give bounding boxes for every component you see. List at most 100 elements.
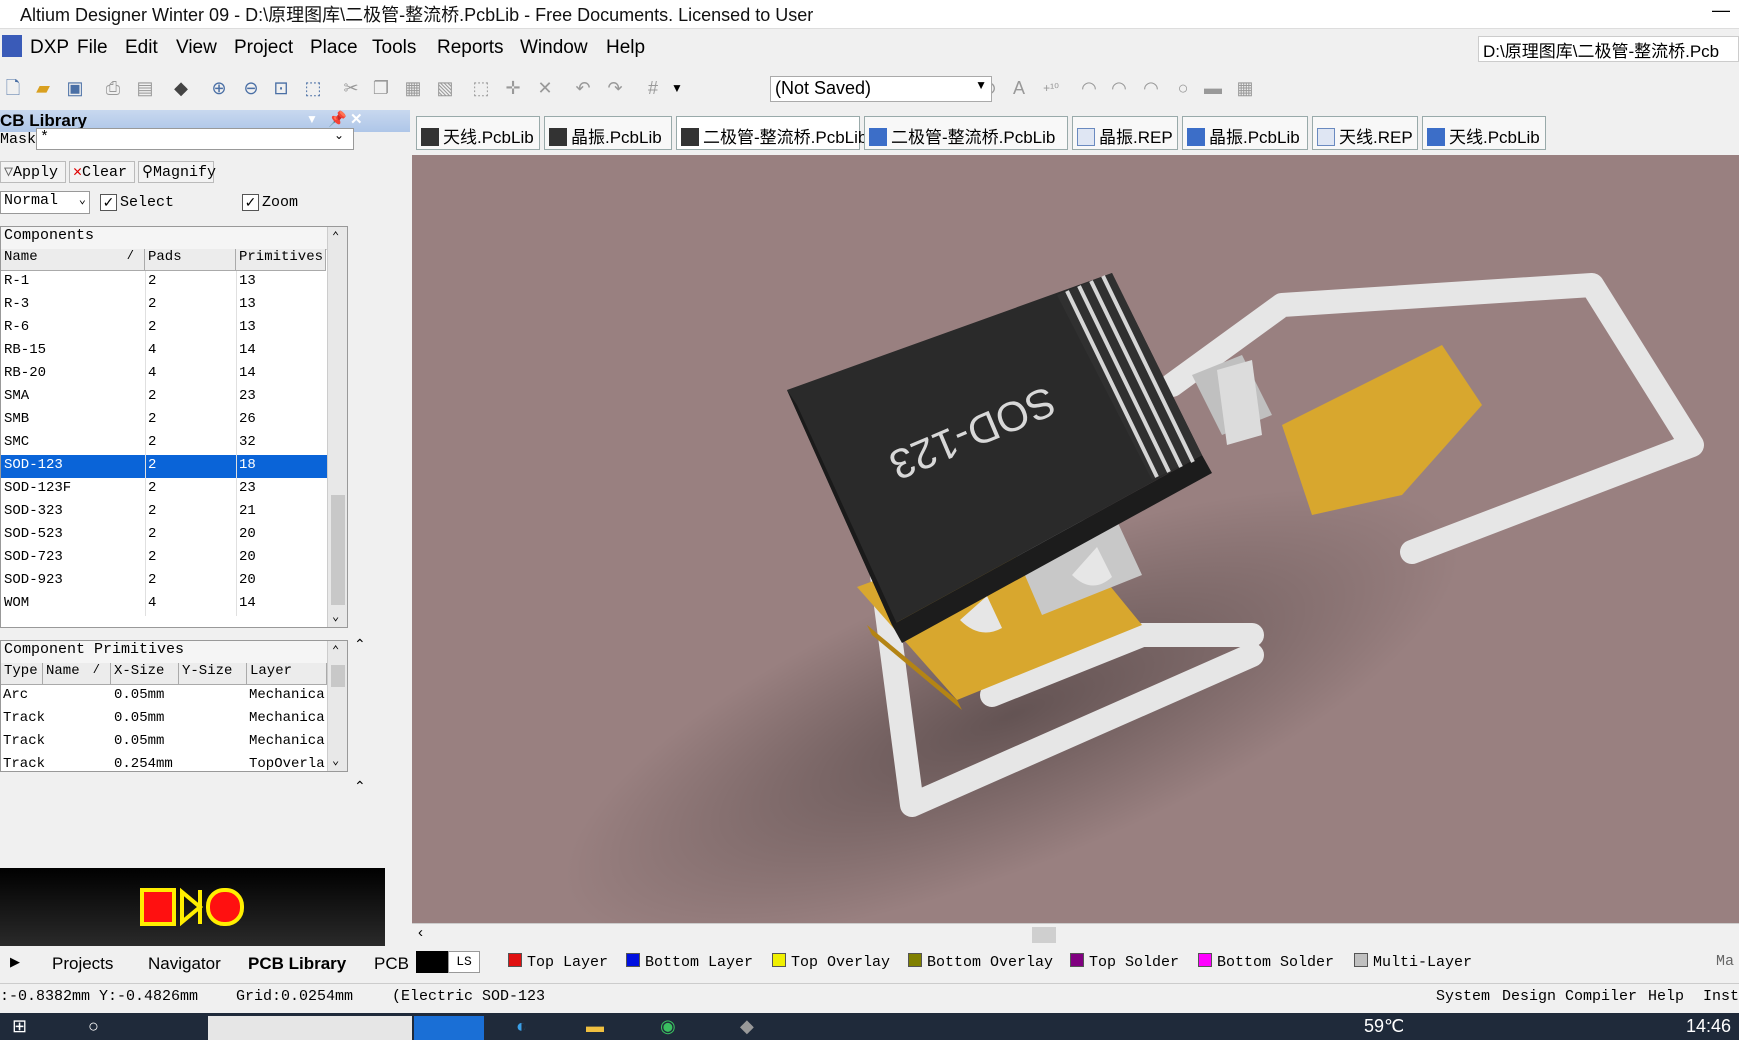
scroll-thumb[interactable] <box>331 495 345 605</box>
doc-tab[interactable]: 二极管-整流桥.PcbLib <box>864 116 1068 150</box>
column-header-xsize[interactable]: X-Size <box>111 663 179 685</box>
zoom-fit-icon[interactable]: ⊡ <box>270 77 292 99</box>
minimize-button[interactable]: — <box>1712 0 1730 21</box>
layer-tab-bottom-layer[interactable]: Bottom Layer <box>626 953 753 971</box>
new-icon[interactable]: 🗋 <box>2 77 24 99</box>
scroll-down-icon[interactable]: ⌄ <box>332 753 339 768</box>
table-row[interactable]: R-6 2 13 <box>1 317 327 340</box>
table-row[interactable]: SMB 2 26 <box>1 409 327 432</box>
print-icon[interactable]: ⎙ <box>102 77 124 99</box>
document-path-field[interactable]: D:\原理图库\二极管-整流桥.Pcb <box>1478 36 1739 62</box>
menu-edit[interactable]: Edit <box>125 37 158 59</box>
tab-projects[interactable]: Projects <box>52 954 113 974</box>
menu-reports[interactable]: Reports <box>437 37 504 59</box>
table-row[interactable]: Arc 0.05mm Mechanica <box>1 685 327 708</box>
menu-project[interactable]: Project <box>234 37 293 59</box>
mask-level-button[interactable]: Ma <box>1716 953 1734 970</box>
status-instruments-button[interactable]: Inst <box>1703 988 1739 1005</box>
move-icon[interactable]: ✛ <box>502 77 524 99</box>
zoom-checkbox[interactable]: ✓ <box>242 194 259 211</box>
table-row[interactable]: SOD-123 2 18 <box>1 455 327 478</box>
close-icon[interactable]: ✕ <box>350 110 363 128</box>
zoom-out-icon[interactable]: ⊖ <box>240 77 262 99</box>
column-header-primitives[interactable]: Primitives <box>236 249 326 271</box>
open-icon[interactable]: ▰ <box>32 77 54 99</box>
magnify-button[interactable]: ⚲Magnify <box>138 161 216 183</box>
fill-icon[interactable]: ▬ <box>1202 77 1224 99</box>
search-icon[interactable]: ○ <box>88 1016 99 1037</box>
grid-icon[interactable]: # <box>642 77 664 99</box>
status-system-button[interactable]: System <box>1436 988 1490 1005</box>
table-row[interactable]: Track 0.05mm Mechanica <box>1 731 327 754</box>
arc-any-icon[interactable]: ◠ <box>1140 77 1162 99</box>
grid-dropdown-icon[interactable]: ▼ <box>666 77 688 99</box>
scroll-up-icon[interactable]: ⌃ <box>332 643 339 658</box>
table-row[interactable]: SOD-923 2 20 <box>1 570 327 593</box>
status-help-button[interactable]: Help <box>1648 988 1684 1005</box>
array-paste-icon[interactable]: ▦ <box>1234 77 1256 99</box>
tab-pcb-library[interactable]: PCB Library <box>248 954 346 974</box>
splitter-up-icon[interactable]: ⌃ <box>354 778 366 795</box>
table-row[interactable]: R-1 2 13 <box>1 271 327 294</box>
layer-set-button[interactable]: LS <box>448 951 480 973</box>
scroll-left-icon[interactable]: ‹ <box>418 924 423 941</box>
taskbar-search-button[interactable] <box>414 1016 484 1040</box>
zoom-in-icon[interactable]: ⊕ <box>208 77 230 99</box>
table-row[interactable]: SOD-323 2 21 <box>1 501 327 524</box>
mode-select[interactable]: Normal ⌄ <box>0 191 90 214</box>
menu-help[interactable]: Help <box>606 37 645 59</box>
clear-button[interactable]: ✕Clear <box>69 161 135 183</box>
table-row[interactable]: SOD-123F 2 23 <box>1 478 327 501</box>
scroll-down-icon[interactable]: ⌄ <box>332 609 339 624</box>
coordinate-icon[interactable]: +¹⁰ <box>1040 77 1062 99</box>
canvas-hscrollbar[interactable]: ‹ <box>412 923 1739 946</box>
apply-button[interactable]: ▽Apply <box>0 161 66 183</box>
doc-tab-active[interactable]: 二极管-整流桥.PcbLib <box>676 116 867 150</box>
column-header-primname[interactable]: Name / <box>43 663 111 685</box>
tab-pcb[interactable]: PCB <box>374 954 409 974</box>
table-row[interactable]: RB-15 4 14 <box>1 340 327 363</box>
paste-icon[interactable]: ▦ <box>402 77 424 99</box>
table-row[interactable]: SMA 2 23 <box>1 386 327 409</box>
table-row[interactable]: R-3 2 13 <box>1 294 327 317</box>
zoom-area-icon[interactable]: ⬚ <box>302 77 324 99</box>
altium-icon[interactable]: ◆ <box>740 1016 754 1037</box>
mask-input[interactable]: * <box>36 128 354 150</box>
panel-menu-icon[interactable]: ▼ <box>306 112 318 126</box>
doc-tab[interactable]: 天线.PcbLib <box>1422 116 1546 150</box>
doc-tab[interactable]: 天线.REP <box>1312 116 1418 150</box>
scroll-thumb[interactable] <box>331 665 345 687</box>
string-icon[interactable]: A <box>1008 77 1030 99</box>
print-preview-icon[interactable]: ▤ <box>134 77 156 99</box>
copy-icon[interactable]: ❐ <box>370 77 392 99</box>
layer-tab-bottom-solder[interactable]: Bottom Solder <box>1198 953 1334 971</box>
cut-icon[interactable]: ✂ <box>340 77 362 99</box>
redo-icon[interactable]: ↷ <box>604 77 626 99</box>
arc-edge-icon[interactable]: ◠ <box>1108 77 1130 99</box>
table-row[interactable]: Track 0.254mm TopOverla <box>1 754 327 771</box>
save-icon[interactable]: ▣ <box>64 77 86 99</box>
doc-tab[interactable]: 天线.PcbLib <box>416 116 540 150</box>
menu-view[interactable]: View <box>176 37 217 59</box>
pcb-3d-view[interactable]: SOD-123 <box>412 155 1739 923</box>
layer-tab-top-solder[interactable]: Top Solder <box>1070 953 1179 971</box>
splitter-up-icon[interactable]: ⌃ <box>354 636 366 653</box>
column-header-ysize[interactable]: Y-Size <box>179 663 247 685</box>
table-row[interactable]: SOD-723 2 20 <box>1 547 327 570</box>
doc-tab[interactable]: 晶振.REP <box>1072 116 1178 150</box>
column-header-layer[interactable]: Layer <box>247 663 327 685</box>
doc-tab[interactable]: 晶振.PcbLib <box>1182 116 1308 150</box>
layer-tab-top-layer[interactable]: Top Layer <box>508 953 608 971</box>
full-circle-icon[interactable]: ○ <box>1172 77 1194 99</box>
primitives-scrollbar[interactable]: ⌃ ⌄ <box>327 641 347 771</box>
table-row[interactable]: WOM 4 14 <box>1 593 327 616</box>
deselect-icon[interactable]: ✕ <box>534 77 556 99</box>
pin-icon[interactable]: 📌 <box>328 110 347 128</box>
folder-icon[interactable]: ▬ <box>586 1016 604 1037</box>
board-3d-icon[interactable]: ◆ <box>170 77 192 99</box>
column-header-type[interactable]: Type <box>1 663 43 685</box>
scroll-up-icon[interactable]: ⌃ <box>332 229 339 244</box>
menu-window[interactable]: Window <box>520 37 588 59</box>
layer-tab-top-overlay[interactable]: Top Overlay <box>772 953 890 971</box>
components-scrollbar[interactable]: ⌃ ⌄ <box>327 227 347 627</box>
